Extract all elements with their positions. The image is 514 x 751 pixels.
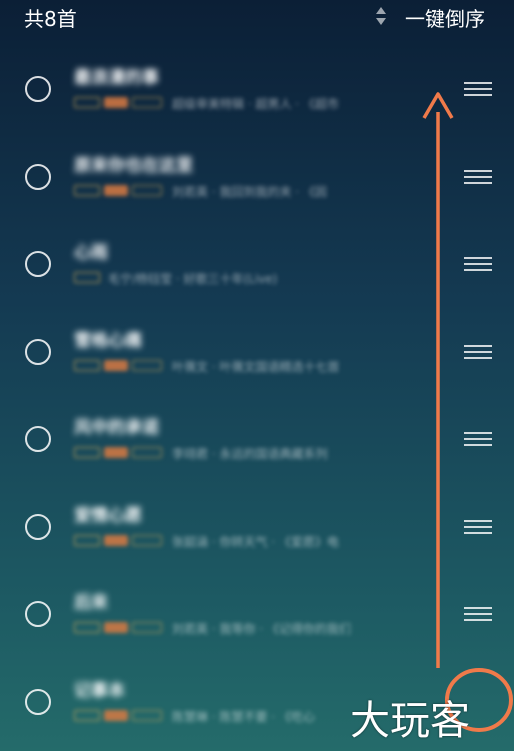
song-title: 后来	[74, 593, 108, 613]
song-meta: 刘若英 · 我等你 · 《记得你的我们	[74, 620, 414, 636]
song-row[interactable]: 雪格心痛 叶蒨文 · 叶蒨文国语精选十七首	[0, 301, 514, 389]
quality-tag	[74, 622, 100, 633]
format-tag	[132, 534, 162, 546]
song-title: 原来你也在这里	[74, 155, 193, 176]
song-meta: 叶蒨文 · 叶蒨文国语精选十七首	[74, 358, 414, 374]
song-list: 最浪漫的事 超级审美特辑 · 超男人 · 《超市 原来你也在这里 刘若英 · 我…	[0, 38, 514, 738]
select-radio[interactable]	[25, 163, 51, 190]
vip-tag	[104, 622, 128, 633]
watermark: 大玩客	[350, 698, 470, 744]
song-title: 心雨	[74, 243, 108, 263]
select-radio[interactable]	[25, 76, 51, 102]
song-subtitle: 刘若英 · 我回到我的夹 · 《因	[172, 184, 327, 199]
song-subtitle: 李翊君 · 永远的国语典藏系列	[172, 447, 328, 461]
quality-tag	[74, 272, 100, 283]
song-row[interactable]: 爱情心愿 张韶涵 · 你转天气 · 《爱愿》电	[0, 476, 514, 564]
song-title: 记事本	[74, 680, 125, 701]
song-row[interactable]: 风中的承诺 李翊君 · 永远的国语典藏系列	[0, 388, 514, 476]
select-radio[interactable]	[25, 513, 51, 540]
sort-icon[interactable]	[374, 5, 388, 27]
reverse-order-button[interactable]: 一键倒序	[405, 3, 485, 32]
drag-handle-icon[interactable]	[464, 169, 492, 184]
song-meta: 超级审美特辑 · 超男人 · 《超市	[74, 95, 414, 111]
vip-tag	[104, 709, 128, 721]
format-tag	[132, 709, 162, 721]
format-tag	[132, 97, 162, 108]
vip-tag	[104, 97, 128, 108]
quality-tag	[74, 709, 100, 721]
quality-tag	[74, 184, 100, 196]
quality-tag	[74, 534, 100, 546]
select-radio[interactable]	[25, 688, 51, 715]
drag-handle-icon[interactable]	[464, 432, 492, 446]
drag-handle-icon[interactable]	[464, 519, 492, 534]
select-radio[interactable]	[25, 251, 51, 277]
quality-tag	[74, 97, 100, 108]
drag-handle-icon[interactable]	[464, 344, 492, 359]
song-row[interactable]: 最浪漫的事 超级审美特辑 · 超男人 · 《超市	[0, 38, 514, 126]
song-row[interactable]: 心雨 毛宁/杨钰莹 · 好歌三十年(Live)	[0, 213, 514, 301]
song-subtitle: 毛宁/杨钰莹 · 好歌三十年(Live)	[108, 272, 278, 286]
vip-tag	[104, 359, 128, 371]
song-meta: 李翊君 · 永远的国语典藏系列	[74, 445, 414, 461]
quality-tag	[74, 359, 100, 371]
select-radio[interactable]	[25, 426, 51, 452]
song-subtitle: 刘若英 · 我等你 · 《记得你的我们	[172, 622, 351, 636]
song-title: 风中的承诺	[74, 418, 159, 438]
vip-tag	[104, 447, 128, 458]
quality-tag	[74, 447, 100, 458]
song-title: 雪格心痛	[74, 330, 142, 351]
list-header: 共8首 一键倒序	[0, 0, 514, 34]
song-row[interactable]: 后来 刘若英 · 我等你 · 《记得你的我们	[0, 563, 514, 651]
select-radio[interactable]	[25, 601, 51, 627]
song-meta: 张韶涵 · 你转天气 · 《爱愿》电	[74, 533, 414, 549]
vip-tag	[104, 534, 128, 546]
song-meta: 刘若英 · 我回到我的夹 · 《因	[74, 183, 414, 199]
format-tag	[132, 447, 162, 458]
song-subtitle: 张韶涵 · 你转天气 · 《爱愿》电	[172, 534, 339, 549]
song-count: 共8首	[24, 7, 77, 31]
format-tag	[132, 359, 162, 371]
song-title: 爱情心愿	[74, 505, 142, 526]
song-subtitle: 超级审美特辑 · 超男人 · 《超市	[172, 97, 339, 111]
format-tag	[132, 622, 162, 633]
format-tag	[132, 184, 162, 196]
song-row[interactable]: 原来你也在这里 刘若英 · 我回到我的夹 · 《因	[0, 126, 514, 214]
drag-handle-icon[interactable]	[464, 257, 492, 271]
song-meta: 毛宁/杨钰莹 · 好歌三十年(Live)	[74, 270, 414, 286]
drag-handle-icon[interactable]	[464, 607, 492, 621]
drag-handle-icon[interactable]	[464, 82, 492, 96]
vip-tag	[104, 184, 128, 196]
select-radio[interactable]	[25, 338, 51, 365]
song-subtitle: 陈慧琳 · 陈慧不要 · 《吃心	[172, 709, 315, 724]
song-title: 最浪漫的事	[74, 68, 159, 88]
song-subtitle: 叶蒨文 · 叶蒨文国语精选十七首	[172, 359, 340, 374]
